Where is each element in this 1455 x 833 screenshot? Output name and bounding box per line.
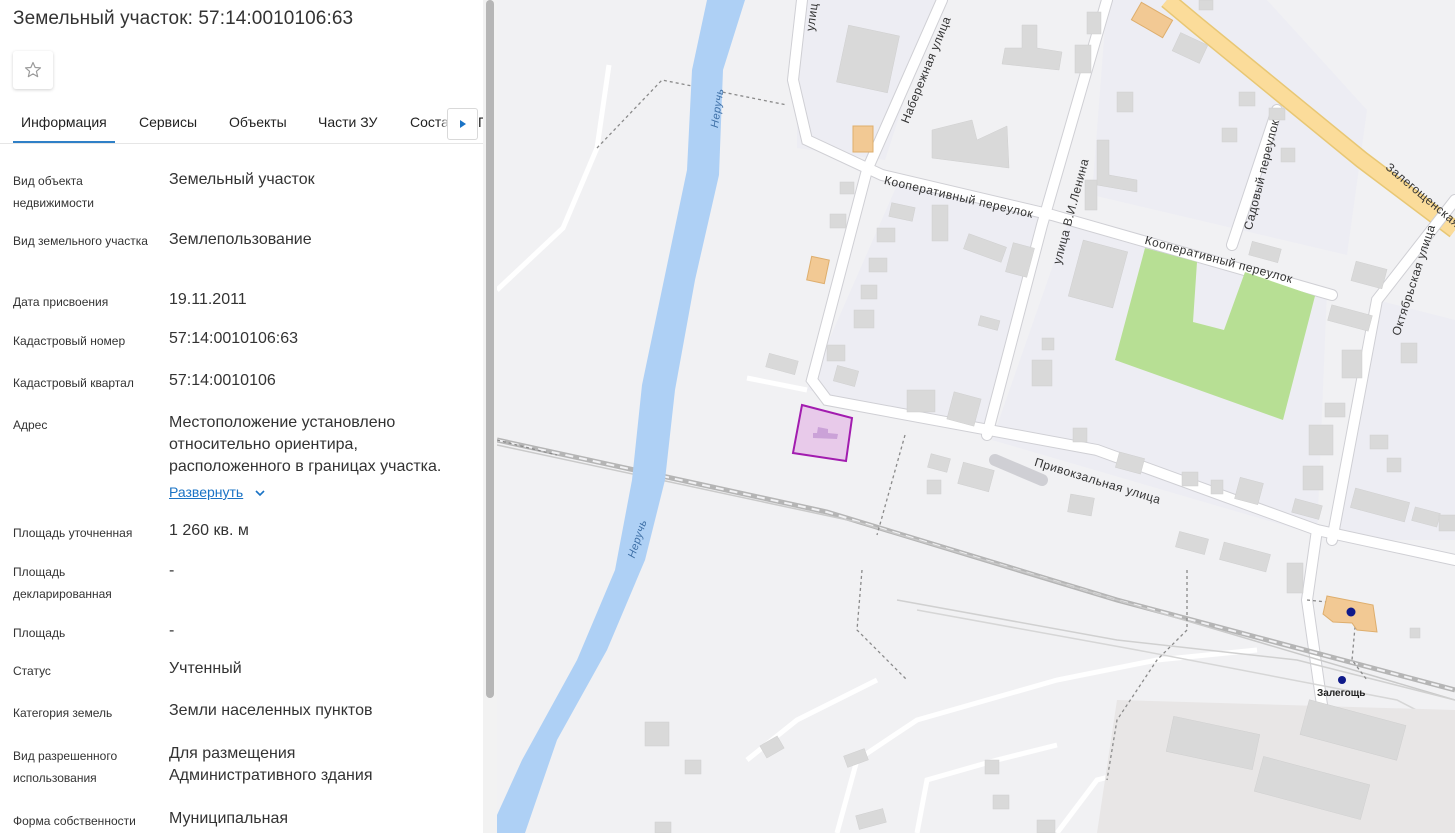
value-cadastral-number: 57:14:0010106:63 [169, 330, 299, 347]
page-title: Земельный участок: 57:14:0010106:63 [13, 8, 354, 29]
value-area: - [169, 622, 175, 639]
value-address: Местоположение установлено относительно … [169, 414, 442, 475]
label-cadastral-number: Кадастровый номер [13, 334, 126, 348]
label-cadastral-block: Кадастровый квартал [13, 376, 134, 390]
map-canvas[interactable] [497, 0, 1455, 833]
value-permitted-use: Для размещения Административного здания [169, 745, 373, 784]
tab-bar: Информация Сервисы Объекты Части ЗУ Сост… [0, 102, 483, 144]
label-status: Статус [13, 664, 51, 678]
tab-services[interactable]: Сервисы [139, 114, 197, 130]
map-view[interactable]: улиц Набережная улица Кооперативный пере… [497, 0, 1455, 833]
label-land-type: Вид земельного участка [13, 234, 148, 248]
chevron-down-icon[interactable] [254, 489, 266, 499]
label-address: Адрес [13, 418, 48, 432]
active-tab-indicator [13, 141, 115, 143]
value-land-category: Земли населенных пунктов [169, 702, 373, 719]
arrow-right-icon [459, 120, 466, 128]
river [497, 0, 745, 833]
label-area-refined: Площадь уточненная [13, 526, 133, 540]
value-object-type: Земельный участок [169, 171, 315, 188]
label-object-type: Вид объекта недвижимости [13, 174, 94, 210]
value-ownership: Муниципальная [169, 810, 289, 827]
tab-information[interactable]: Информация [21, 114, 107, 130]
value-status: Учтенный [169, 660, 242, 677]
label-permitted-use: Вид разрешенного использования [13, 749, 118, 785]
info-panel: Земельный участок: 57:14:0010106:63 Инфо… [0, 0, 497, 833]
station-label: Залегощь [1317, 688, 1366, 699]
station-marker[interactable] [1338, 676, 1346, 684]
label-ownership: Форма собственности [13, 814, 136, 828]
tab-objects[interactable]: Объекты [229, 114, 287, 130]
value-assign-date: 19.11.2011 [169, 291, 247, 308]
value-area-refined: 1 260 кв. м [169, 522, 249, 539]
tab-parts[interactable]: Части ЗУ [318, 114, 377, 130]
label-area-declared: Площадь декларированная [13, 565, 112, 601]
star-outline-icon [24, 61, 42, 78]
value-land-type: Землепользование [169, 231, 312, 248]
expand-address-link[interactable]: Развернуть [169, 484, 243, 500]
tabs-scroll-right-button[interactable] [447, 108, 478, 140]
label-assign-date: Дата присвоения [13, 295, 109, 309]
favorite-button[interactable] [13, 51, 53, 89]
panel-scrollbar-thumb[interactable] [486, 0, 494, 698]
value-area-declared: - [169, 562, 175, 579]
label-area: Площадь [13, 626, 66, 640]
poi-marker[interactable] [1346, 607, 1356, 617]
label-land-category: Категория земель [13, 706, 113, 720]
value-cadastral-block: 57:14:0010106 [169, 372, 276, 389]
